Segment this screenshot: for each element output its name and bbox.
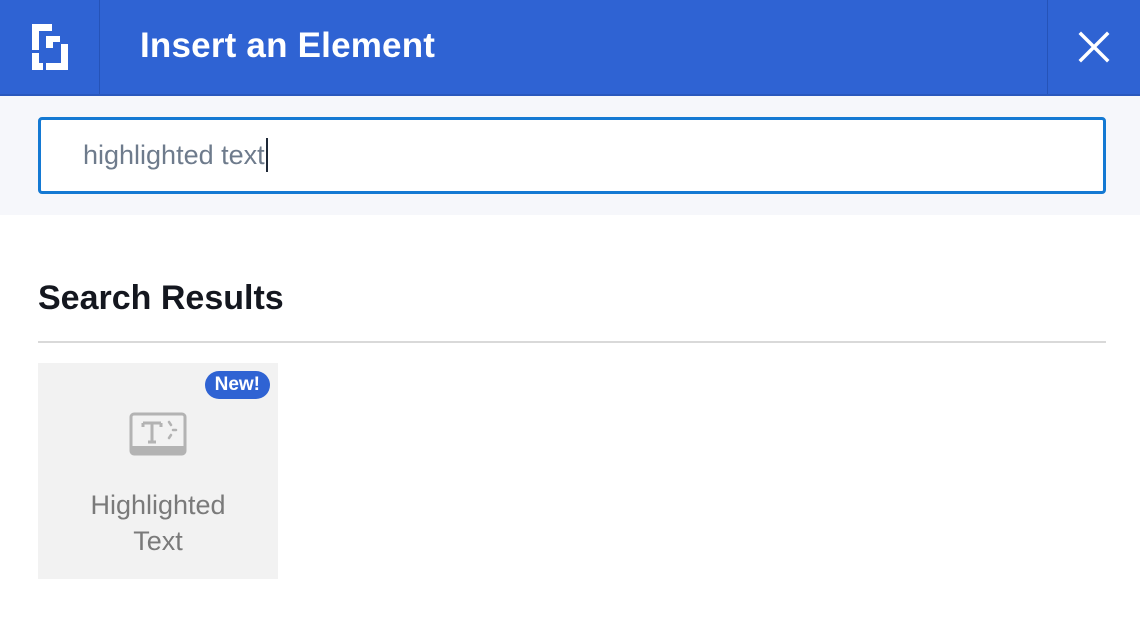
insert-element-modal: Insert an Element highlighted text Searc… <box>0 0 1140 620</box>
modal-title: Insert an Element <box>140 26 436 65</box>
logo <box>0 0 100 94</box>
close-button[interactable] <box>1047 0 1140 94</box>
search-input-value: highlighted text <box>83 140 265 170</box>
text-caret <box>265 137 268 172</box>
element-card-label: Highlighted Text <box>38 487 278 559</box>
highlighted-text-icon <box>129 412 187 456</box>
divider <box>38 341 1106 343</box>
search-input[interactable]: highlighted text <box>38 117 1106 194</box>
modal-header: Insert an Element <box>0 0 1140 96</box>
close-icon <box>1078 31 1110 63</box>
element-card-label-line2: Text <box>133 526 183 556</box>
new-badge: New! <box>204 371 270 399</box>
element-card-label-line1: Highlighted <box>90 490 226 520</box>
element-card-highlighted-text[interactable]: New! Highlighted Text <box>38 363 278 579</box>
search-results-heading: Search Results <box>38 279 284 317</box>
search-bar: highlighted text <box>0 96 1140 215</box>
builder-logo-icon <box>31 24 68 70</box>
